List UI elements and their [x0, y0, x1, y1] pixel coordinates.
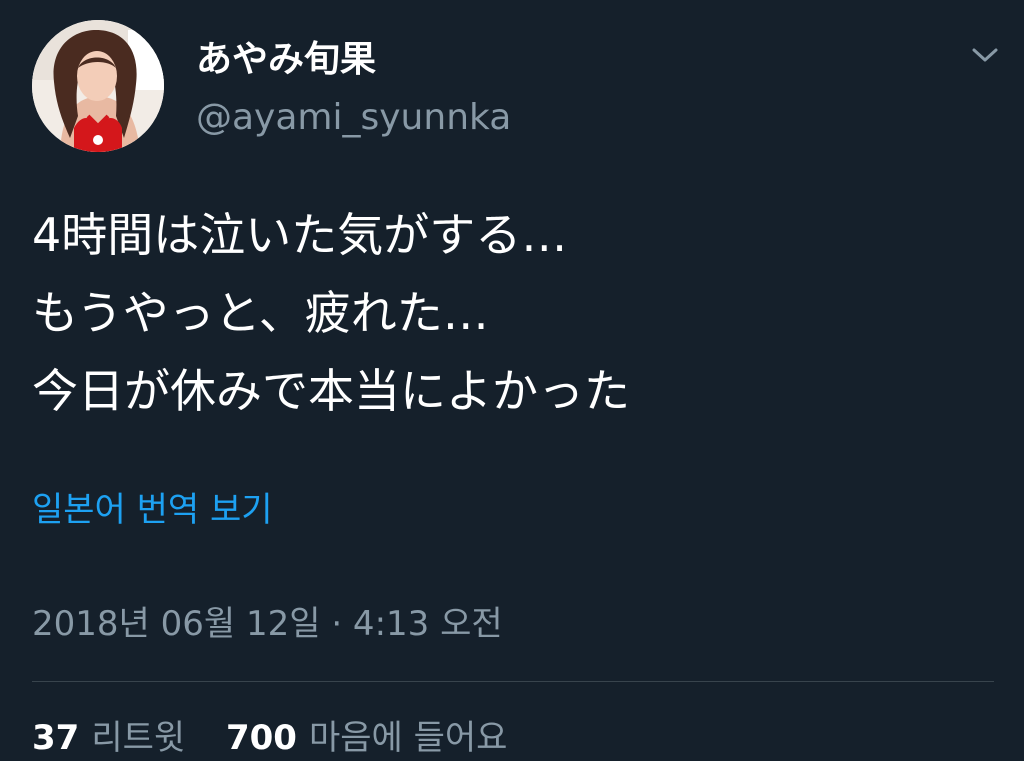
divider: [32, 681, 994, 682]
avatar[interactable]: [32, 20, 164, 152]
like-count: 700: [225, 718, 297, 758]
retweet-label: 리트윗: [91, 718, 186, 758]
chevron-down-icon[interactable]: [968, 40, 1002, 70]
translate-link[interactable]: 일본어 번역 보기: [32, 486, 273, 534]
avatar-photo: [32, 20, 164, 152]
user-handle[interactable]: @ayami_syunnka: [196, 96, 511, 140]
tweet-text-line: もうやっと、疲れた…: [32, 286, 489, 340]
tweet-text-line: 今日が休みで本当によかった: [32, 364, 630, 418]
tweet-detail: あやみ旬果 @ayami_syunnka 4時間は泣いた気がする… もうやっと、…: [0, 0, 1024, 761]
like-label: 마음에 들어요: [308, 718, 508, 758]
display-name[interactable]: あやみ旬果: [196, 38, 376, 82]
tweet-stats: 37 리트윗 700 마음에 들어요: [32, 714, 537, 761]
tweet-timestamp: 2018년 06월 12일 · 4:13 오전: [32, 604, 503, 644]
retweets-stat[interactable]: 37 리트윗: [32, 714, 185, 761]
retweet-count: 37: [32, 718, 80, 758]
tweet-text: 4時間は泣いた気がする… もうやっと、疲れた… 今日が休みで本当によかった: [32, 196, 992, 430]
tweet-text-line: 4時間は泣いた気がする…: [32, 208, 568, 262]
likes-stat[interactable]: 700 마음에 들어요: [226, 714, 507, 761]
